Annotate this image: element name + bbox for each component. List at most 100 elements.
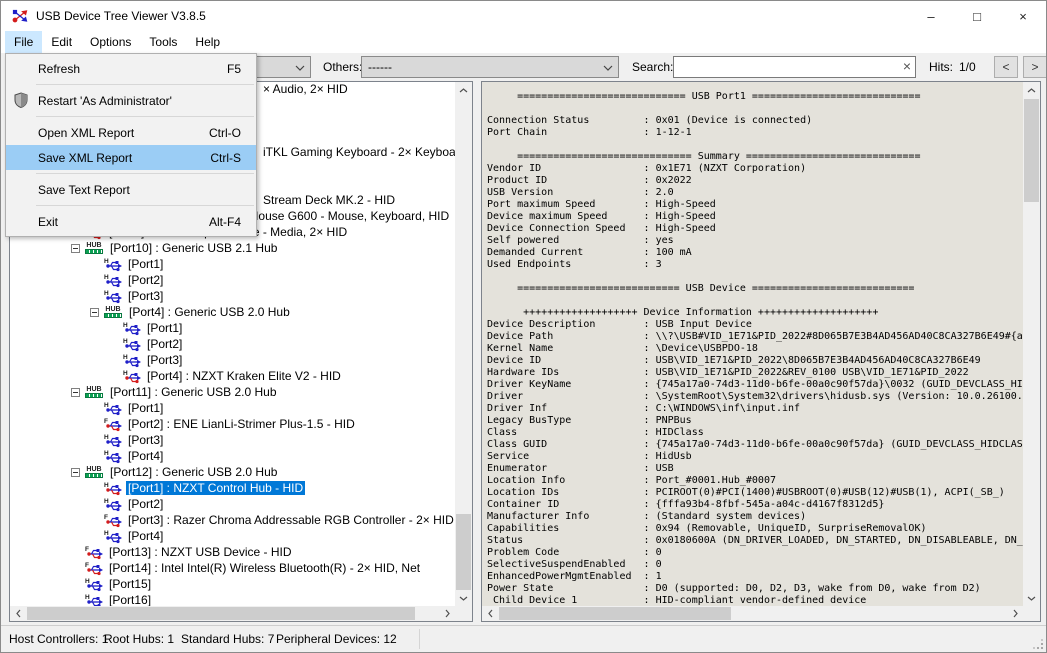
menubar-item-edit[interactable]: Edit <box>42 31 81 53</box>
tree-item-label[interactable]: [Port1] <box>145 321 184 335</box>
menubar-item-tools[interactable]: Tools <box>140 31 186 53</box>
svg-text:H: H <box>85 594 90 601</box>
tree-item[interactable]: H[Port3] <box>123 352 184 368</box>
tree-vscroll-thumb[interactable] <box>456 514 471 590</box>
scroll-down-icon[interactable] <box>1023 590 1040 606</box>
menu-item-open-xml-report[interactable]: Open XML ReportCtrl-O <box>6 120 256 145</box>
next-hit-button[interactable]: > <box>1023 56 1047 78</box>
menu-item-save-text-report[interactable]: Save Text Report <box>6 177 256 202</box>
details-vscroll-thumb[interactable] <box>1024 99 1039 202</box>
tree-item-label[interactable]: [Port4] : NZXT Kraken Elite V2 - HID <box>145 369 343 383</box>
tree-item-label[interactable]: [Port2] <box>126 273 165 287</box>
tree-item-label[interactable]: [Port2] : ENE LianLi-Strimer Plus-1.5 - … <box>126 417 357 431</box>
menu-item-save-xml-report[interactable]: Save XML ReportCtrl-S <box>6 145 256 170</box>
tree-item[interactable]: H [Port3] <box>104 432 165 448</box>
details-horizontal-scrollbar[interactable] <box>482 606 1023 621</box>
tree-item[interactable]: F[Port13] : NZXT USB Device - HID <box>85 544 294 560</box>
others-label: Others: <box>323 60 362 74</box>
close-button[interactable]: × <box>1000 1 1046 31</box>
tree-item[interactable]: HUB[Port4] : Generic USB 2.0 Hub <box>90 304 292 320</box>
tree-item[interactable]: H[Port15] <box>85 576 153 592</box>
others-combobox[interactable]: ------ <box>361 56 619 78</box>
maximize-button[interactable]: □ <box>954 1 1000 31</box>
tree-item[interactable]: H [Port2] <box>104 496 165 512</box>
tree-item[interactable]: H[Port2] <box>104 272 165 288</box>
tree-item-label[interactable]: [Port3] <box>126 289 165 303</box>
tree-item-label[interactable]: [Port2] <box>145 337 184 351</box>
tree-item-label-selected[interactable]: [Port1] : NZXT Control Hub - HID <box>126 481 305 495</box>
details-hscroll-thumb[interactable] <box>499 607 731 620</box>
menubar-item-help[interactable]: Help <box>186 31 229 53</box>
resize-grip[interactable] <box>1033 639 1044 650</box>
menu-item-label: Save Text Report <box>38 183 130 197</box>
tree-item-label[interactable]: [Port3] <box>126 433 165 447</box>
tree-item-label[interactable]: [Port12] : Generic USB 2.0 Hub <box>108 465 279 479</box>
tree-item[interactable]: F[Port2] : ENE LianLi-Strimer Plus-1.5 -… <box>104 416 357 432</box>
status-item: Root Hubs: 1 <box>104 632 174 646</box>
tree-item-label[interactable]: [Port1] <box>126 401 165 415</box>
tree-item-label[interactable]: [Port16] <box>107 593 153 607</box>
tree-item[interactable]: H[Port4] <box>104 448 165 464</box>
clear-search-icon[interactable]: × <box>903 58 911 74</box>
search-input[interactable]: × <box>673 56 916 78</box>
tree-item-label[interactable]: [Port4] <box>126 529 165 543</box>
tree-item-label[interactable]: [Port3] <box>145 353 184 367</box>
collapse-expander-icon[interactable] <box>71 468 80 477</box>
tree-item-label[interactable]: [Port2] <box>126 497 165 511</box>
tree-item[interactable]: H[Port4] <box>104 528 165 544</box>
collapse-expander-icon[interactable] <box>71 388 80 397</box>
tree-item-label[interactable]: [Port10] : Generic USB 2.1 Hub <box>108 241 279 255</box>
tree-item-fragment[interactable]: Stream Deck MK.2 - HID <box>263 192 395 208</box>
svg-text:H: H <box>104 434 109 441</box>
scroll-up-icon[interactable] <box>455 82 472 98</box>
menu-item-shortcut: Ctrl-S <box>210 151 241 165</box>
menu-item-exit[interactable]: ExitAlt-F4 <box>6 209 256 234</box>
tree-hscroll-thumb[interactable] <box>27 607 415 620</box>
scroll-left-icon[interactable] <box>10 606 26 621</box>
tree-item-label[interactable]: [Port11] : Generic USB 2.0 Hub <box>108 385 279 399</box>
minimize-button[interactable]: – <box>908 1 954 31</box>
usb-dev-f-icon: F <box>104 513 122 528</box>
uac-shield-icon <box>14 92 28 108</box>
menu-item-refresh[interactable]: RefreshF5 <box>6 56 256 81</box>
tree-item-label[interactable]: [Port14] : Intel Intel(R) Wireless Bluet… <box>107 561 422 575</box>
tree-item-label[interactable]: [Port4] <box>126 449 165 463</box>
tree-item[interactable]: H[Port4] : NZXT Kraken Elite V2 - HID <box>123 368 343 384</box>
previous-hit-button[interactable]: < <box>994 56 1018 78</box>
tree-item-label[interactable]: [Port4] : Generic USB 2.0 Hub <box>127 305 292 319</box>
tree-item-label[interactable]: [Port13] : NZXT USB Device - HID <box>107 545 294 559</box>
menubar-item-file[interactable]: File <box>5 31 42 53</box>
scroll-right-icon[interactable] <box>1007 606 1023 621</box>
tree-item-label[interactable]: [Port1] <box>126 257 165 271</box>
tree-vertical-scrollbar[interactable] <box>455 82 472 606</box>
menubar-item-options[interactable]: Options <box>81 31 140 53</box>
usb-port-h-icon: H <box>104 401 122 416</box>
tree-item[interactable]: H[Port2] <box>123 336 184 352</box>
tree-item-label[interactable]: [Port15] <box>107 577 153 591</box>
tree-item[interactable]: F[Port14] : Intel Intel(R) Wireless Blue… <box>85 560 422 576</box>
tree-item[interactable]: H[Port3] <box>104 288 165 304</box>
tree-item[interactable]: HUB[Port11] : Generic USB 2.0 Hub <box>71 384 279 400</box>
status-divider <box>419 629 420 649</box>
tree-item-fragment[interactable]: iTKL Gaming Keyboard - 2× Keyboard, 2× <box>263 144 473 160</box>
tree-horizontal-scrollbar[interactable] <box>10 606 455 621</box>
tree-item[interactable]: H[Port1] : NZXT Control Hub - HID <box>104 480 305 496</box>
tree-item[interactable]: H[Port1] <box>104 256 165 272</box>
collapse-expander-icon[interactable] <box>71 244 80 253</box>
tree-item[interactable]: H [Port1] <box>104 400 165 416</box>
tree-item[interactable]: HUB[Port12] : Generic USB 2.0 Hub <box>71 464 279 480</box>
details-vertical-scrollbar[interactable] <box>1023 82 1040 606</box>
tree-item[interactable]: F [Port3] : Razer Chroma Addressable RGB … <box>104 512 456 528</box>
tree-item-label[interactable]: [Port3] : Razer Chroma Addressable RGB C… <box>126 513 456 527</box>
scroll-down-icon[interactable] <box>455 590 472 606</box>
usb-port-h-icon: H <box>104 497 122 512</box>
tree-item[interactable]: HUB[Port10] : Generic USB 2.1 Hub <box>71 240 279 256</box>
scroll-right-icon[interactable] <box>439 606 455 621</box>
menu-item-restart-as-administrator[interactable]: Restart 'As Administrator' <box>6 88 256 113</box>
scroll-left-icon[interactable] <box>482 606 498 621</box>
svg-text:F: F <box>104 514 108 521</box>
tree-item-fragment[interactable]: × Audio, 2× HID <box>263 81 348 97</box>
tree-item[interactable]: H[Port1] <box>123 320 184 336</box>
scroll-up-icon[interactable] <box>1023 82 1040 98</box>
collapse-expander-icon[interactable] <box>90 308 99 317</box>
